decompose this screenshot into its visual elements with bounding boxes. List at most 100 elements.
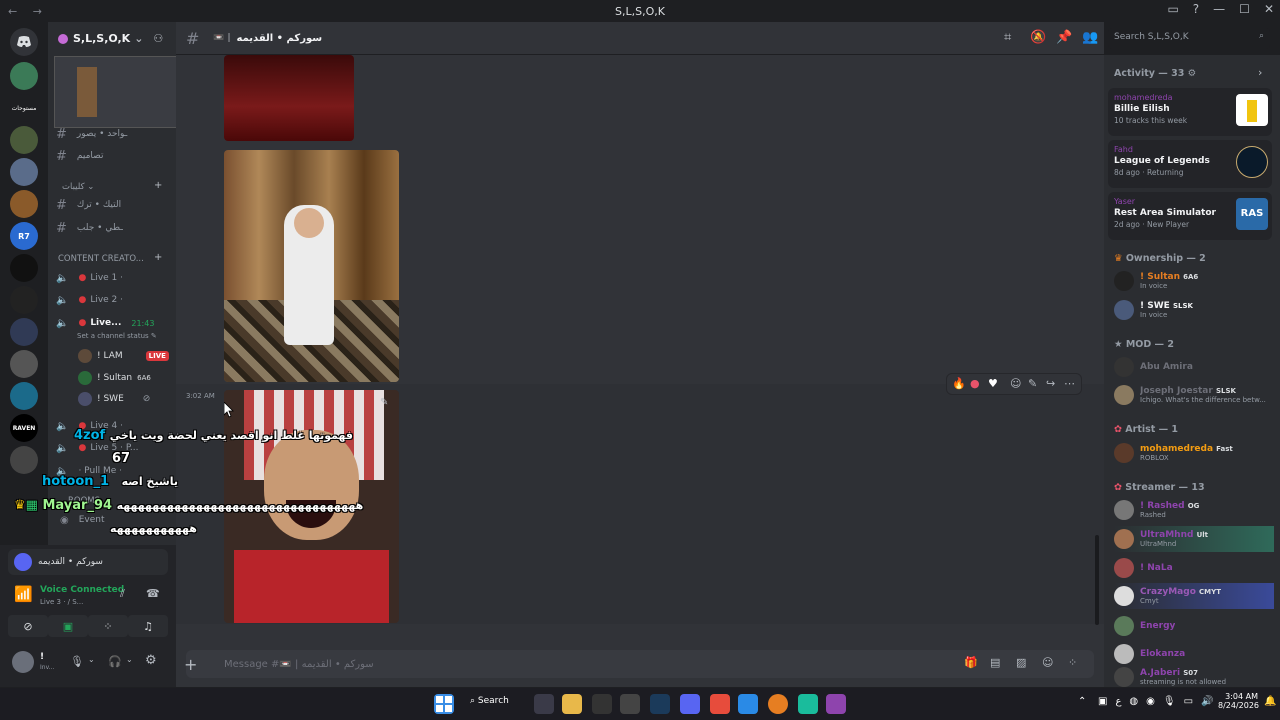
epic-games-icon[interactable] <box>592 694 612 714</box>
discord-home-icon[interactable] <box>10 28 38 56</box>
reply-icon[interactable]: ↪ <box>1046 377 1055 390</box>
fire-reaction-icon[interactable]: 🔥 <box>952 377 966 390</box>
tray-icon[interactable]: ▣ <box>1098 696 1107 707</box>
chevron-down-icon[interactable]: ⌄ <box>126 655 133 664</box>
network-icon[interactable]: ▭ <box>1184 696 1193 707</box>
server-icon-5[interactable] <box>10 190 38 218</box>
image-attachment[interactable] <box>224 150 399 382</box>
voice-channel[interactable]: 🔈 ● Live 1 · <box>56 268 174 288</box>
member-row[interactable]: Elokanza <box>1114 641 1274 667</box>
gif-icon[interactable]: ▤ <box>990 656 1000 669</box>
edit-icon[interactable]: ✎ <box>1028 377 1037 390</box>
settings-gear-icon[interactable]: ⚙ <box>145 653 157 668</box>
voice-user[interactable]: ! LAM LIVE <box>78 347 169 365</box>
soundboard-button[interactable]: ♫ <box>128 615 168 637</box>
minimize-icon[interactable]: — <box>1213 2 1225 16</box>
clock[interactable]: 3:04 AM 8/24/2026 <box>1218 692 1259 710</box>
microphone-icon[interactable]: 🎙 <box>70 655 84 668</box>
tray-icon[interactable]: ◍ <box>1129 696 1138 707</box>
tray-icon[interactable]: ◉ <box>1146 696 1155 707</box>
server-icon-7[interactable] <box>10 254 38 282</box>
member-row[interactable]: ! Sultan 6A6 In voice <box>1114 268 1274 294</box>
app-icon[interactable] <box>738 694 758 714</box>
server-icon-8[interactable] <box>10 286 38 314</box>
screen-share-button[interactable]: ▣ <box>48 615 88 637</box>
brave-icon[interactable] <box>710 694 730 714</box>
notifications-muted-icon[interactable]: 🔕 <box>1030 30 1046 45</box>
gift-icon[interactable]: 🎁 <box>964 656 978 669</box>
server-icon-11[interactable] <box>10 382 38 410</box>
server-icon-4[interactable] <box>10 158 38 186</box>
help-icon[interactable]: ? <box>1193 2 1199 16</box>
server-icon-slsok[interactable] <box>10 62 38 90</box>
channel-item[interactable]: # التيك • ترك <box>56 195 174 215</box>
activity-card[interactable]: Fahd League of Legends 8d ago · Returnin… <box>1108 140 1272 188</box>
server-icon-raven[interactable]: RAVEN <box>10 414 38 442</box>
member-row[interactable]: CrazyMago CMYT Cmyt <box>1114 583 1274 609</box>
microphone-icon[interactable]: 🎙 <box>1163 696 1176 707</box>
threads-icon[interactable]: ⌗ <box>1004 30 1011 45</box>
voice-user[interactable]: ! SWE ⊘ <box>78 390 150 408</box>
add-reaction-icon[interactable]: ☺ <box>1010 377 1021 390</box>
edit-image-icon[interactable]: ✎ <box>380 397 388 408</box>
member-row[interactable]: UltraMhnd Ult UltraMhnd <box>1114 526 1274 552</box>
voice-user[interactable]: ! Sultan 6A6 <box>78 369 151 387</box>
channel-item[interactable]: # ـواحد • يصور <box>56 124 174 144</box>
volume-icon[interactable]: 🔊 <box>1201 696 1213 707</box>
member-row[interactable]: ! NaLa <box>1114 555 1274 581</box>
heart-reaction-icon[interactable]: ♥ <box>988 377 998 390</box>
windows-start-icon[interactable] <box>434 694 454 714</box>
channel-item[interactable]: # ـطي • جلب <box>56 218 174 238</box>
member-row[interactable]: ! SWE SLSK In voice <box>1114 297 1274 323</box>
voice-channel[interactable]: 🔈 ● Live 2 · <box>56 290 174 310</box>
category-content-creator[interactable]: CONTENT CREATO... <box>58 254 144 264</box>
member-row[interactable]: Joseph Joestar SLSK Ichigo. What's the di… <box>1114 382 1274 408</box>
server-icon-9[interactable] <box>10 318 38 346</box>
category-kalibat[interactable]: كليبات ⌄ <box>62 182 94 192</box>
task-view-icon[interactable] <box>534 694 554 714</box>
sticker-icon[interactable]: ▨ <box>1016 656 1026 669</box>
headphones-icon[interactable]: 🎧 <box>108 655 122 668</box>
search-input[interactable]: Search S,L,S,O,K ⌕ <box>1108 28 1270 49</box>
add-friend-icon[interactable]: ⚇ <box>153 32 163 45</box>
kick-icon[interactable] <box>826 694 846 714</box>
notification-bell-icon[interactable]: 🔔 <box>1264 696 1276 707</box>
server-header[interactable]: S,L,S,O,K ⌄ ⚇ <box>48 22 176 55</box>
stream-preview[interactable] <box>54 56 186 128</box>
app-icon[interactable] <box>620 694 640 714</box>
user-avatar[interactable] <box>12 651 34 673</box>
pinned-icon[interactable]: 📌 <box>1056 30 1072 45</box>
member-list-icon[interactable]: 👥 <box>1082 30 1098 45</box>
more-icon[interactable]: ⋯ <box>1064 377 1075 390</box>
chevron-right-icon[interactable]: › <box>1258 66 1262 79</box>
activity-card[interactable]: Yaser Rest Area Simulator 2d ago · New P… <box>1108 192 1272 240</box>
server-icon-r7[interactable]: R7 <box>10 222 38 250</box>
discord-taskbar-icon[interactable] <box>680 694 700 714</box>
activities-button[interactable]: ⁘ <box>88 615 128 637</box>
apps-icon[interactable]: ⁘ <box>1068 656 1077 669</box>
reaction-icon[interactable]: ● <box>970 377 980 390</box>
voice-channel-active[interactable]: 🔈 ● Live... 21:43 <box>56 313 174 333</box>
server-icon-3[interactable] <box>10 126 38 154</box>
message-input[interactable]: Message #📼 | سوركم • القديمه <box>224 659 374 670</box>
dm-activity-card[interactable]: سوركم • القديمه <box>8 549 168 575</box>
close-icon[interactable]: ✕ <box>1264 2 1274 16</box>
attach-plus-icon[interactable]: + <box>184 655 197 674</box>
taskbar-search[interactable]: ⌕ Search <box>470 696 509 706</box>
server-icon-mustawhat[interactable]: مستوحات <box>10 94 38 122</box>
nav-arrows[interactable]: ← → <box>8 5 48 18</box>
file-explorer-icon[interactable] <box>562 694 582 714</box>
noise-suppression-icon[interactable]: ⫽ <box>120 587 125 601</box>
image-attachment[interactable] <box>224 55 354 141</box>
scrollbar[interactable] <box>1095 535 1099 625</box>
system-tray[interactable]: ⌃ <box>1078 696 1086 707</box>
add-channel-icon[interactable]: + <box>154 252 162 263</box>
member-row[interactable]: ! Rashed OG Rashed <box>1114 497 1274 523</box>
member-row[interactable]: Abu Amira <box>1114 354 1274 380</box>
keyboard-lang-icon[interactable]: ع <box>1115 696 1121 707</box>
chevron-down-icon[interactable]: ⌄ <box>88 655 95 664</box>
voice-sub[interactable]: Live 3 · / S... <box>40 598 83 606</box>
server-icon-10[interactable] <box>10 350 38 378</box>
emoji-icon[interactable]: ☺ <box>1042 656 1053 669</box>
add-channel-icon[interactable]: + <box>154 180 162 191</box>
